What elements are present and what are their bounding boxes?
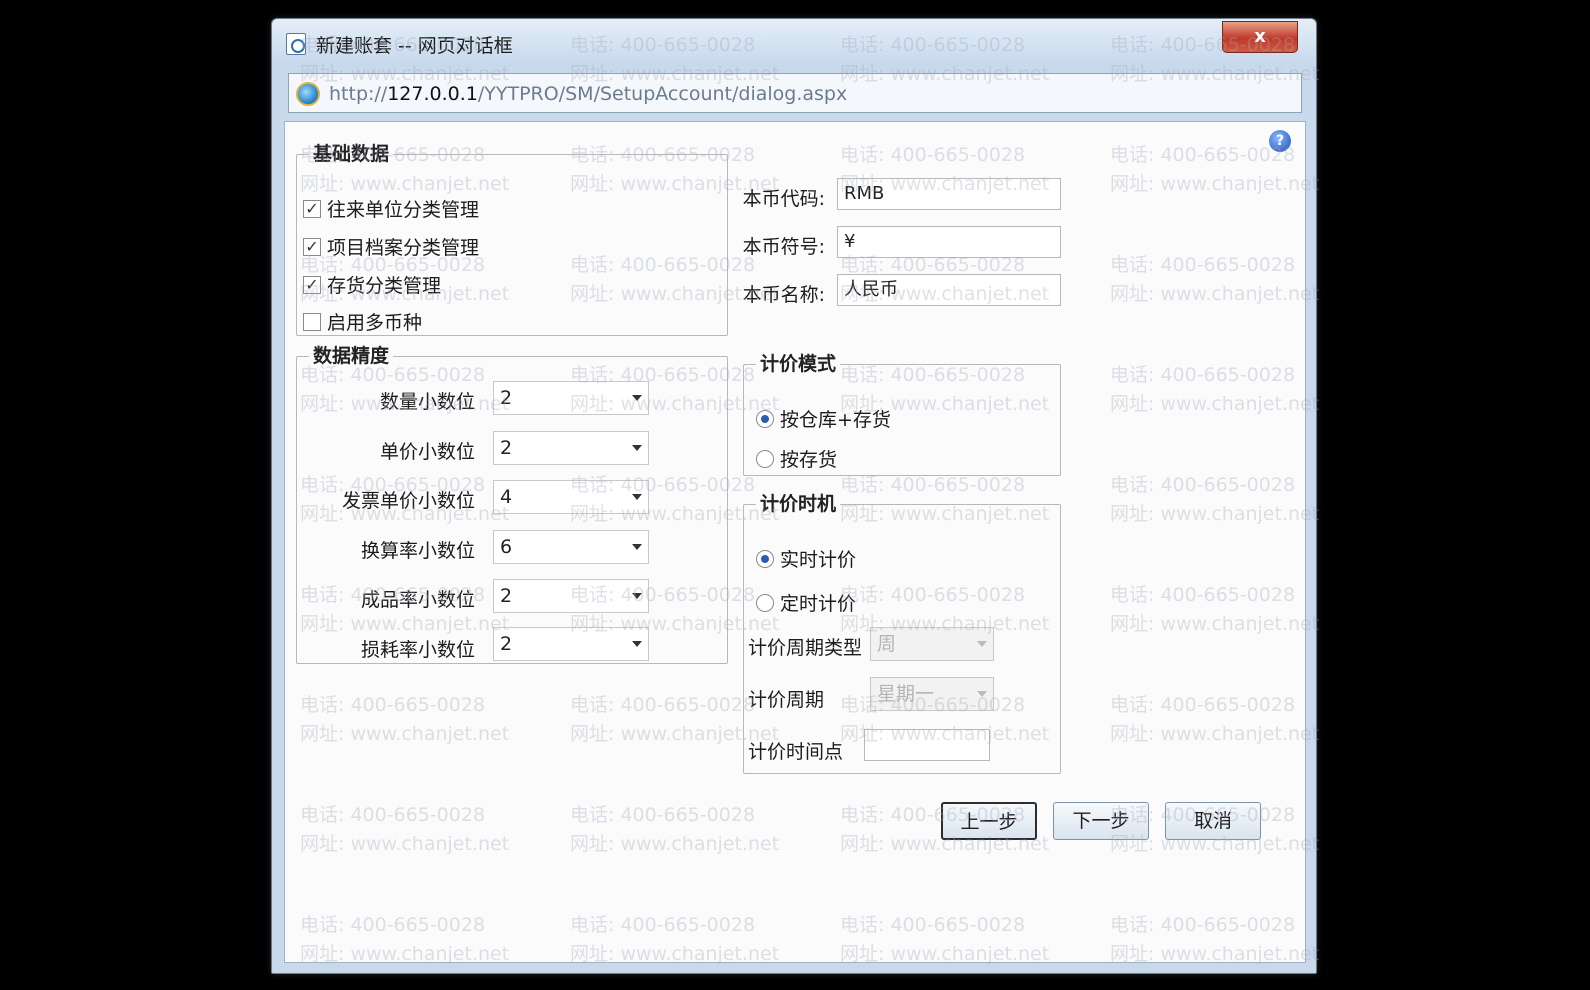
precision-label: 单价小数位	[379, 441, 475, 463]
precision-select[interactable]: 2	[493, 431, 649, 465]
radio-label: 按存货	[780, 449, 838, 471]
currency-symbol-field[interactable]: ¥	[837, 226, 1061, 258]
precision-label: 发票单价小数位	[341, 490, 475, 512]
precision-label: 换算率小数位	[360, 540, 475, 562]
currency-name-label: 本币名称:	[742, 284, 825, 306]
currency-code-label: 本币代码:	[742, 188, 825, 210]
radio-button[interactable]	[756, 449, 774, 468]
radio-option[interactable]: 按仓库+存货	[756, 405, 891, 432]
currency-name-field[interactable]: 人民币	[837, 274, 1061, 306]
precision-select[interactable]: 4	[493, 480, 649, 514]
checkbox-label: 启用多币种	[327, 312, 423, 334]
radio-button[interactable]	[756, 593, 774, 612]
precision-select[interactable]: 2	[493, 579, 649, 613]
chevron-down-icon	[632, 544, 642, 550]
checkbox-row[interactable]: ✓ 存货分类管理	[303, 271, 441, 298]
pricing-mode-legend: 计价模式	[756, 349, 841, 376]
chevron-down-icon	[632, 593, 642, 599]
ie-icon	[296, 82, 320, 106]
close-button[interactable]: x	[1222, 21, 1298, 53]
checkbox[interactable]: ✓	[303, 275, 321, 294]
precision-select[interactable]: 6	[493, 530, 649, 564]
time-point-field[interactable]	[864, 729, 990, 761]
precision-select[interactable]: 2	[493, 627, 649, 661]
pricing-mode-group: 计价模式 按仓库+存货 按存货	[743, 349, 1061, 476]
chevron-down-icon	[632, 445, 642, 451]
period-select[interactable]: 星期一	[870, 677, 994, 711]
precision-label: 数量小数位	[379, 391, 475, 413]
address-bar: http://127.0.0.1/YYTPRO/SM/SetupAccount/…	[288, 73, 1302, 113]
currency-symbol-label: 本币符号:	[742, 236, 825, 258]
checkbox-row[interactable]: 启用多币种	[303, 308, 422, 335]
checkbox-row[interactable]: ✓ 项目档案分类管理	[303, 233, 479, 260]
checkbox[interactable]: ✓	[303, 199, 321, 218]
chevron-down-icon	[632, 395, 642, 401]
checkbox-label: 项目档案分类管理	[327, 237, 480, 259]
chevron-down-icon	[977, 691, 987, 697]
basic-data-group: 基础数据 ✓ 往来单位分类管理 ✓ 项目档案分类管理 ✓ 存货分类管理 启用多币…	[296, 139, 728, 336]
time-point-label: 计价时间点	[748, 741, 844, 763]
pricing-timing-group: 计价时机 实时计价 定时计价 计价周期类型 周 计价周期 星期一 计价时间点	[743, 489, 1061, 774]
window-title: 新建账套 -- 网页对话框	[316, 35, 513, 57]
url-text: http://127.0.0.1/YYTPRO/SM/SetupAccount/…	[329, 83, 848, 105]
radio-button[interactable]	[756, 409, 774, 428]
prev-step-button[interactable]: 上一步	[941, 802, 1037, 840]
radio-option[interactable]: 按存货	[756, 445, 837, 472]
precision-select[interactable]: 2	[493, 381, 649, 415]
dialog-window: 新建账套 -- 网页对话框 x http://127.0.0.1/YYTPRO/…	[271, 18, 1317, 974]
checkbox[interactable]	[303, 312, 321, 331]
checkbox[interactable]: ✓	[303, 237, 321, 256]
title-bar[interactable]: 新建账套 -- 网页对话框 x	[272, 19, 1316, 67]
currency-code-field[interactable]: RMB	[837, 178, 1061, 210]
next-step-button[interactable]: 下一步	[1053, 802, 1149, 840]
checkbox-label: 存货分类管理	[327, 275, 442, 297]
chevron-down-icon	[632, 494, 642, 500]
help-icon[interactable]: ?	[1269, 130, 1291, 152]
precision-legend: 数据精度	[309, 341, 394, 368]
radio-label: 实时计价	[780, 549, 857, 571]
period-type-select[interactable]: 周	[870, 627, 994, 661]
page-icon	[286, 33, 306, 55]
period-type-label: 计价周期类型	[748, 637, 863, 659]
radio-label: 按仓库+存货	[780, 409, 891, 431]
precision-label: 损耗率小数位	[360, 639, 475, 661]
chevron-down-icon	[977, 641, 987, 647]
precision-group: 数据精度 数量小数位 2 单价小数位 2 发票单价小数位 4 换算率小数位 6 …	[296, 341, 728, 664]
dialog-content: ? 基础数据 ✓ 往来单位分类管理 ✓ 项目档案分类管理 ✓ 存货分类管理 启用…	[284, 121, 1306, 963]
checkbox-label: 往来单位分类管理	[327, 199, 480, 221]
radio-button[interactable]	[756, 549, 774, 568]
period-label: 计价周期	[748, 689, 825, 711]
cancel-button[interactable]: 取消	[1165, 802, 1261, 840]
radio-option[interactable]: 实时计价	[756, 545, 856, 572]
chevron-down-icon	[632, 641, 642, 647]
checkbox-row[interactable]: ✓ 往来单位分类管理	[303, 195, 479, 222]
radio-label: 定时计价	[780, 593, 857, 615]
basic-data-legend: 基础数据	[309, 139, 394, 166]
radio-option[interactable]: 定时计价	[756, 589, 856, 616]
precision-label: 成品率小数位	[360, 589, 475, 611]
pricing-timing-legend: 计价时机	[756, 489, 841, 516]
